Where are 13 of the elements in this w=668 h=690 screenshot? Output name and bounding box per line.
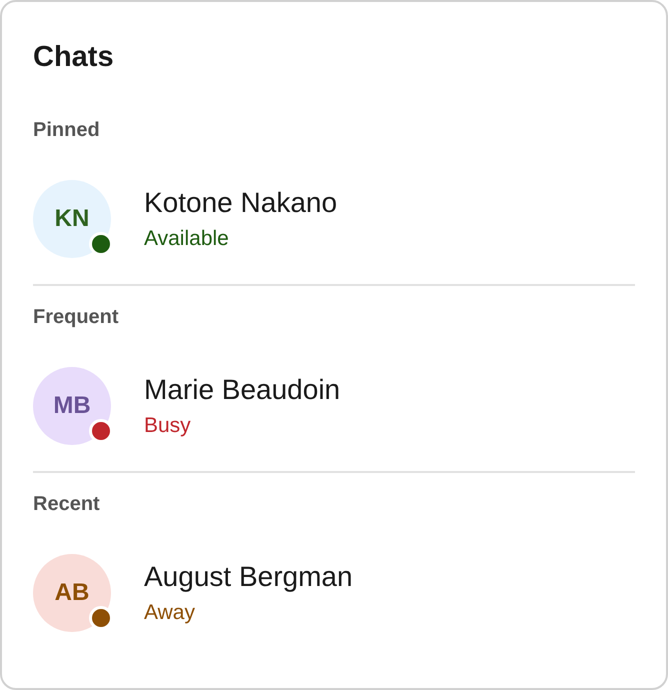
card-title: Chats [33, 40, 115, 74]
avatar-initials: AB [54, 578, 90, 608]
contact-name: Marie Beaudoin [144, 373, 340, 407]
section-label: Pinned [33, 118, 101, 142]
section-label: Recent [33, 492, 101, 516]
contact-name: August Bergman [144, 560, 353, 594]
contact-status: Busy [144, 413, 192, 439]
contact-status: Available [144, 226, 230, 252]
avatar-initials: KN [54, 204, 90, 234]
avatar-initials: MB [53, 391, 91, 421]
contact-name: Kotone Nakano [144, 186, 338, 220]
section-label: Frequent [33, 305, 120, 329]
contact-status: Away [144, 600, 196, 626]
